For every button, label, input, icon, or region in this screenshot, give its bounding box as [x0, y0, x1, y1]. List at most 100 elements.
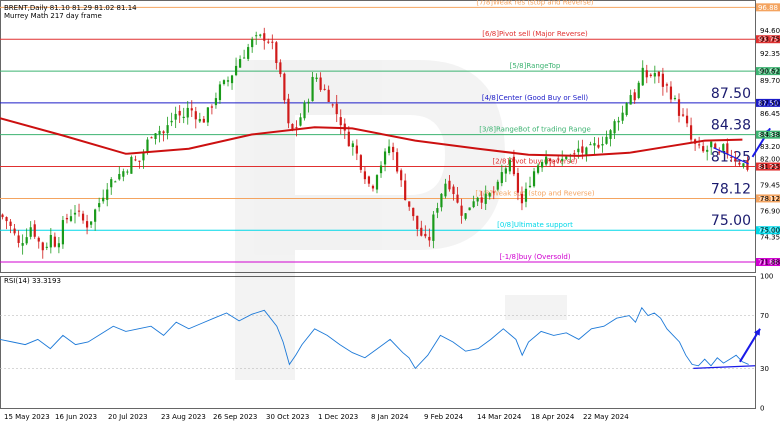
candle-body — [480, 197, 483, 203]
candle-body — [65, 217, 69, 220]
candle-body — [524, 188, 528, 202]
candle-body — [287, 98, 290, 124]
candle-body — [130, 156, 133, 174]
candle-body — [593, 143, 596, 146]
candle-body — [387, 146, 391, 154]
candle-body — [158, 130, 161, 135]
candle-body — [545, 156, 548, 165]
candle-body — [637, 82, 640, 98]
murrey-label-8: [-1/8]buy (Oversold) — [499, 253, 570, 261]
candle-body — [186, 107, 189, 118]
candle-body — [251, 38, 254, 48]
price-tick-label: 81.25 — [760, 163, 780, 171]
murrey-big-value-7: 75.00 — [711, 213, 751, 229]
candle-body — [367, 176, 371, 184]
candle-body — [5, 217, 8, 222]
candle-body — [597, 144, 600, 148]
candle-body — [202, 118, 205, 123]
candle-body — [110, 179, 113, 188]
candle-body — [21, 243, 24, 246]
candle-body — [722, 144, 725, 151]
candle-body — [142, 152, 145, 161]
candle-body — [428, 236, 431, 241]
candle-body — [259, 34, 262, 36]
candle-body — [641, 67, 644, 86]
candle-body — [45, 246, 48, 248]
candle-body — [383, 151, 387, 165]
candle-body — [323, 88, 326, 90]
candle-body — [448, 180, 451, 190]
candle-body — [440, 193, 443, 208]
rsi-tick-0: 0 — [760, 405, 764, 413]
candle-body — [363, 171, 367, 180]
candle-body — [412, 207, 415, 217]
candle-body — [77, 210, 81, 212]
candle-body — [416, 215, 419, 230]
price-tick-label: 74.35 — [760, 233, 780, 241]
price-tick-label: 93.75 — [760, 36, 780, 44]
candle-body — [146, 139, 149, 152]
candle-body — [17, 235, 20, 243]
candle-body — [472, 201, 475, 208]
candle-body — [432, 214, 435, 241]
candle-body — [706, 149, 709, 152]
date-tick-label: 8 Jan 2024 — [371, 413, 409, 421]
candle-body — [516, 172, 520, 193]
candle-body — [73, 212, 77, 215]
candle-body — [182, 116, 185, 119]
price-tick-label: 83.20 — [760, 143, 780, 151]
candle-body — [1, 214, 4, 218]
candle-body — [464, 213, 467, 219]
candle-body — [162, 131, 165, 134]
rsi-tick-70: 70 — [760, 312, 769, 320]
candle-body — [633, 92, 636, 101]
candle-body — [166, 125, 169, 134]
candle-body — [263, 33, 266, 41]
rsi-tick-30: 30 — [760, 365, 769, 373]
candle-body — [488, 193, 491, 197]
candle-body — [53, 236, 56, 247]
candle-body — [230, 75, 234, 84]
price-tick-label: 89.70 — [760, 77, 780, 85]
candle-body — [315, 77, 318, 80]
candle-body — [247, 47, 250, 59]
candle-body — [33, 224, 36, 237]
price-tick-label: 86.45 — [760, 110, 780, 118]
date-tick-label: 16 Jun 2023 — [55, 413, 97, 421]
price-tick-label: 94.60 — [760, 27, 780, 35]
candle-body — [520, 193, 524, 204]
candle-body — [134, 159, 137, 161]
chart-canvas: [7/8]Weak res (stop and Reverse) [6/8]Piv… — [0, 0, 782, 425]
candle-body — [154, 133, 157, 139]
candle-body — [138, 160, 141, 162]
date-tick-label: 15 May 2023 — [4, 413, 50, 421]
candle-body — [218, 84, 222, 101]
candle-body — [460, 205, 463, 216]
price-tick-label: 79.45 — [760, 181, 780, 189]
candle-body — [57, 243, 60, 248]
candle-body — [170, 120, 173, 123]
candle-body — [484, 193, 487, 204]
candle-body — [669, 86, 673, 100]
price-tick-label: 78.12 — [760, 195, 780, 203]
candle-body — [327, 89, 330, 102]
candle-body — [689, 125, 693, 140]
date-tick-label: 1 Dec 2023 — [318, 413, 358, 421]
candle-body — [730, 156, 733, 158]
murrey-label-0: [7/8]Weak res (stop and Reverse) — [476, 0, 594, 6]
candle-body — [601, 144, 604, 146]
candle-body — [408, 201, 411, 207]
candle-body — [174, 113, 177, 120]
candle-body — [605, 136, 608, 144]
candle-body — [468, 207, 471, 211]
candle-body — [122, 171, 125, 177]
candle-body — [710, 141, 713, 148]
candle-body — [238, 59, 242, 68]
candle-body — [94, 209, 97, 222]
candle-body — [496, 181, 499, 190]
candle-body — [81, 213, 85, 221]
date-tick-label: 30 Oct 2023 — [266, 413, 309, 421]
date-tick-label: 18 Apr 2024 — [531, 413, 575, 421]
candle-body — [90, 221, 93, 225]
candle-body — [625, 103, 628, 115]
